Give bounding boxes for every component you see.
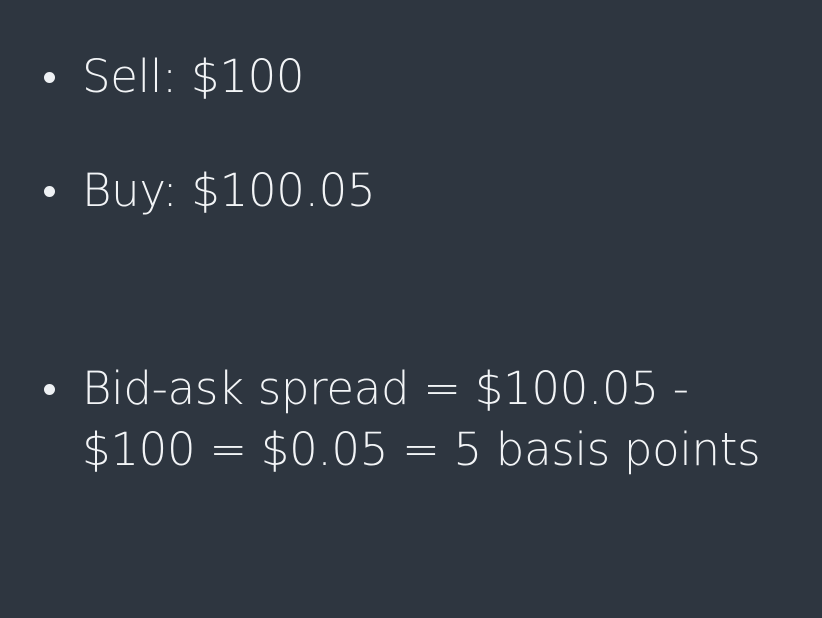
bullet-text: Sell: $100 (82, 50, 305, 103)
bullet-text: Buy: $100.05 (82, 164, 376, 217)
slide: Sell: $100 Buy: $100.05 Bid-ask spread =… (0, 0, 822, 618)
bullet-dot-icon (44, 384, 55, 395)
bullet-text: Bid-ask spread = $100.05 - $100 = $0.05 … (82, 362, 761, 476)
bullet-dot-icon (44, 72, 55, 83)
bullet-dot-icon (44, 186, 55, 197)
